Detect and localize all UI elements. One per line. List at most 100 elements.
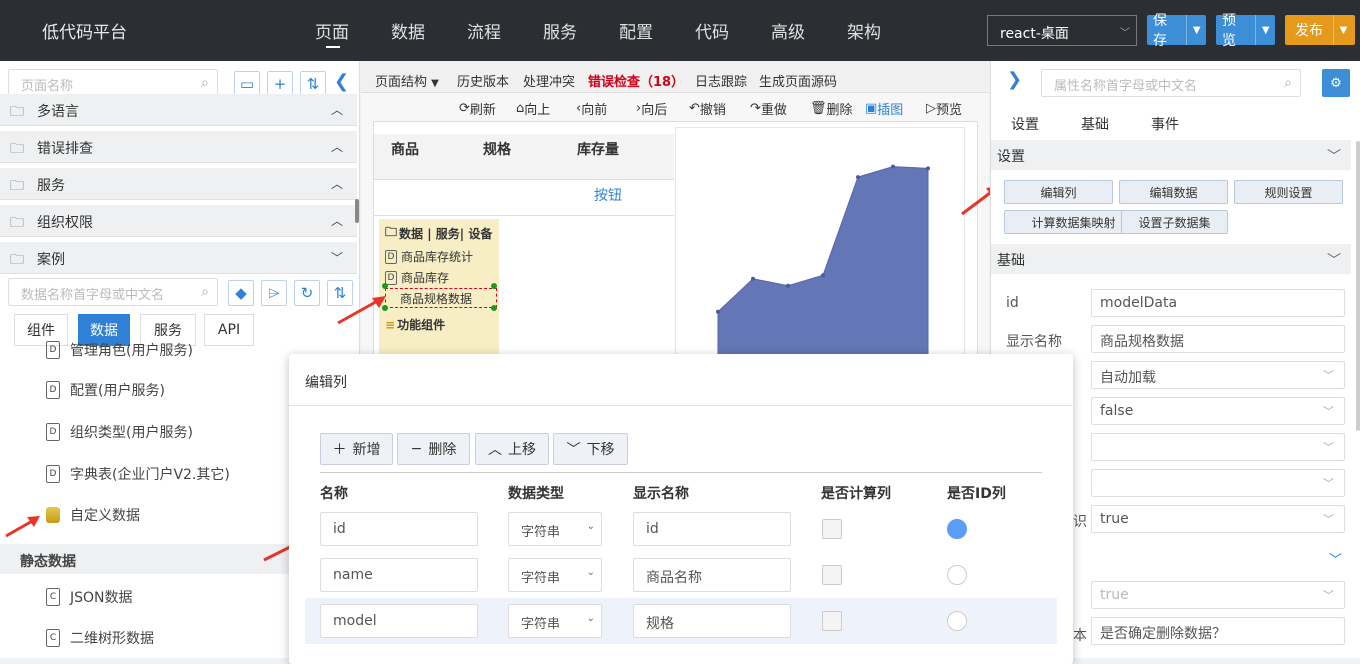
move-down-button[interactable]: ﹀ 下移: [553, 433, 628, 465]
list-item[interactable]: C 二维树形数据: [46, 628, 154, 648]
back-tool[interactable]: ‹ 向前: [576, 99, 607, 118]
undo-tool[interactable]: ↶ 撤销: [689, 99, 726, 118]
computed-checkbox[interactable]: [822, 565, 842, 585]
computed-checkbox[interactable]: [822, 519, 842, 539]
tree-item[interactable]: D 商品库存: [385, 269, 449, 286]
diamond-icon[interactable]: ◆: [228, 280, 254, 306]
accordion-i18n[interactable]: 🗀 多语言 ︿: [0, 94, 357, 126]
confirm-delete-input[interactable]: 是否确定删除数据？: [1091, 617, 1345, 645]
scrollbar[interactable]: [355, 199, 359, 223]
tree-root[interactable]: 🗀 数据 | 服务| 设备: [385, 223, 492, 244]
edit-data-button[interactable]: 编辑数据: [1119, 180, 1228, 204]
display-name-input[interactable]: id: [633, 512, 791, 546]
nav-code[interactable]: 代码: [695, 18, 729, 43]
tree-item-selected[interactable]: 商品规格数据: [385, 288, 497, 308]
gear-icon[interactable]: ⚙: [1322, 69, 1350, 97]
accordion-error-debug[interactable]: 🗀 错误排查 ︿: [0, 131, 357, 163]
basic-section-header[interactable]: 基础 ﹀: [991, 244, 1351, 274]
type-select[interactable]: 字符串 ⌄: [508, 604, 602, 638]
computed-checkbox[interactable]: [822, 611, 842, 631]
caret-down-icon[interactable]: ▼: [1255, 15, 1275, 45]
list-item[interactable]: D 配置(用户服务): [46, 380, 165, 400]
selection-handle[interactable]: [382, 283, 388, 289]
disabled-select[interactable]: true ﹀: [1091, 581, 1345, 609]
save-button[interactable]: 保存 ▼: [1147, 13, 1206, 49]
name-input[interactable]: id: [320, 512, 478, 546]
caret-down-icon[interactable]: ▼: [1333, 15, 1353, 45]
redo-tool[interactable]: ↷ 重做: [750, 99, 787, 118]
data-search-input[interactable]: 数据名称首字母或中文名 ⌕: [8, 278, 218, 306]
selection-handle[interactable]: [491, 283, 497, 289]
nav-config[interactable]: 配置: [619, 18, 653, 43]
nav-data[interactable]: 数据: [391, 18, 425, 43]
empty-select[interactable]: ﹀: [1091, 469, 1345, 497]
tab-events[interactable]: 事件: [1151, 114, 1179, 134]
refresh-icon[interactable]: ↻: [294, 280, 320, 306]
tab-error-check[interactable]: 错误检查（18）: [588, 71, 684, 90]
up-tool[interactable]: ⌂ 向上: [516, 99, 550, 118]
tab-gen-source[interactable]: 生成页面源码: [759, 71, 837, 90]
empty-select[interactable]: ﹀: [1091, 433, 1345, 461]
true-select[interactable]: true ﹀: [1091, 505, 1345, 533]
nav-advanced[interactable]: 高级: [771, 18, 805, 43]
edit-columns-button[interactable]: 编辑列: [1004, 180, 1113, 204]
insert-image-tool[interactable]: ▣ 插图: [865, 99, 903, 118]
display-name-input[interactable]: 商品名称: [633, 558, 791, 592]
delete-row-button[interactable]: − 删除: [397, 433, 470, 465]
id-radio[interactable]: [947, 519, 967, 539]
display-name-input[interactable]: 规格: [633, 604, 791, 638]
tag-icon[interactable]: ⌲: [261, 280, 287, 306]
scrollbar[interactable]: [1356, 141, 1360, 431]
nav-service[interactable]: 服务: [543, 18, 577, 43]
auto-load-select[interactable]: 自动加载 ﹀: [1091, 361, 1345, 389]
display-name-input[interactable]: 商品规格数据: [1091, 325, 1345, 353]
chevron-down-icon[interactable]: ﹀: [1329, 549, 1342, 568]
tree-item[interactable]: D 商品库存统计: [385, 248, 473, 265]
type-select[interactable]: 字符串 ⌄: [508, 558, 602, 592]
tab-basic[interactable]: 基础: [1081, 114, 1109, 134]
list-item[interactable]: 自定义数据: [46, 505, 140, 525]
nav-architecture[interactable]: 架构: [847, 18, 881, 43]
list-item[interactable]: D 管理角色(用户服务): [46, 341, 193, 359]
id-radio[interactable]: [947, 611, 967, 631]
property-search-input[interactable]: 属性名称首字母或中文名 ⌕: [1041, 69, 1301, 97]
refresh-tool[interactable]: ⟳ 刷新: [459, 99, 496, 118]
tab-log-trace[interactable]: 日志跟踪: [695, 71, 747, 90]
name-input[interactable]: name: [320, 558, 478, 592]
accordion-org-permission[interactable]: 🗀 组织权限 ︿: [0, 205, 357, 237]
list-item[interactable]: C JSON数据: [46, 587, 133, 607]
tab-conflict[interactable]: 处理冲突: [523, 71, 575, 90]
nav-flow[interactable]: 流程: [467, 18, 501, 43]
env-select[interactable]: react-桌面 ﹀: [987, 15, 1137, 46]
page-search-input[interactable]: 页面名称 ⌕: [8, 69, 218, 97]
tab-settings[interactable]: 设置: [1011, 114, 1039, 134]
tab-api[interactable]: API: [204, 314, 254, 346]
accordion-service[interactable]: 🗀 服务 ︿: [0, 168, 357, 200]
rule-settings-button[interactable]: 规则设置: [1234, 180, 1343, 204]
set-sub-dataset-button[interactable]: 设置子数据集: [1121, 210, 1228, 234]
canvas-button[interactable]: 按钮: [594, 185, 622, 205]
type-select[interactable]: 字符串 ⌄: [508, 512, 602, 546]
add-row-button[interactable]: ＋ 新增: [320, 433, 393, 465]
preview-tool[interactable]: ▷ 预览: [926, 99, 962, 118]
name-input[interactable]: model: [320, 604, 478, 638]
settings-section-header[interactable]: 设置 ﹀: [991, 140, 1351, 170]
collapse-left-icon[interactable]: ❮: [334, 71, 349, 92]
boolean-select[interactable]: false ﹀: [1091, 397, 1345, 425]
nav-page[interactable]: 页面: [315, 18, 349, 43]
publish-button[interactable]: 发布 ▼: [1285, 15, 1355, 45]
tab-page-structure[interactable]: 页面结构 ▼: [375, 71, 439, 90]
id-radio[interactable]: [947, 565, 967, 585]
expand-right-icon[interactable]: ❯: [1007, 69, 1022, 90]
delete-tool[interactable]: 🗑 删除: [810, 99, 853, 118]
list-item[interactable]: D 组织类型(用户服务): [46, 422, 193, 442]
accordion-cases[interactable]: 🗀 案例 ﹀: [0, 242, 357, 274]
id-input[interactable]: modelData: [1091, 289, 1345, 317]
preview-button[interactable]: 预览 ▼: [1216, 13, 1275, 49]
move-up-button[interactable]: ︿ 上移: [475, 433, 549, 465]
caret-down-icon[interactable]: ▼: [1186, 15, 1206, 45]
selection-handle[interactable]: [491, 305, 497, 311]
forward-tool[interactable]: › 向后: [636, 99, 667, 118]
list-item[interactable]: D 字典表(企业门户V2.其它): [46, 464, 230, 484]
tab-history[interactable]: 历史版本: [457, 71, 509, 90]
